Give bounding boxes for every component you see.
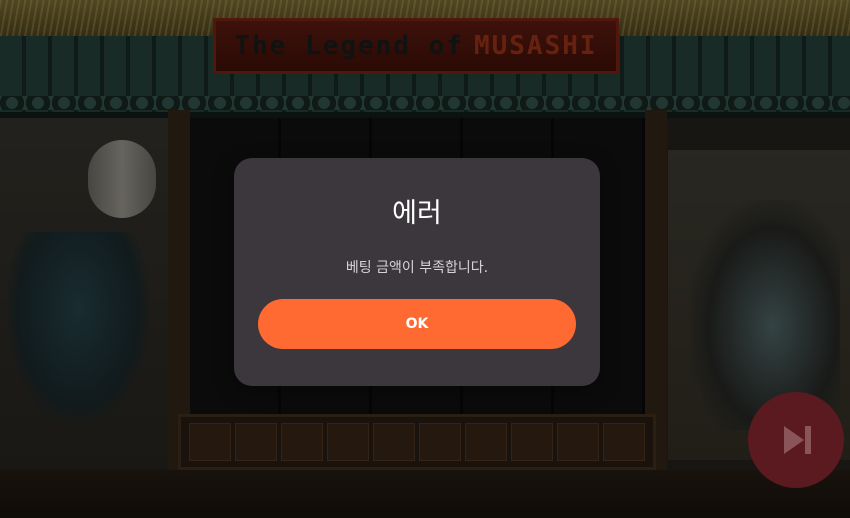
skip-forward-icon: [784, 426, 811, 454]
ok-button[interactable]: OK: [258, 299, 576, 349]
dialog-title: 에러: [392, 198, 442, 229]
skip-button[interactable]: [748, 392, 844, 488]
dialog-message: 베팅 금액이 부족합니다.: [345, 260, 489, 276]
error-dialog: 에러 베팅 금액이 부족합니다. OK: [234, 158, 600, 386]
